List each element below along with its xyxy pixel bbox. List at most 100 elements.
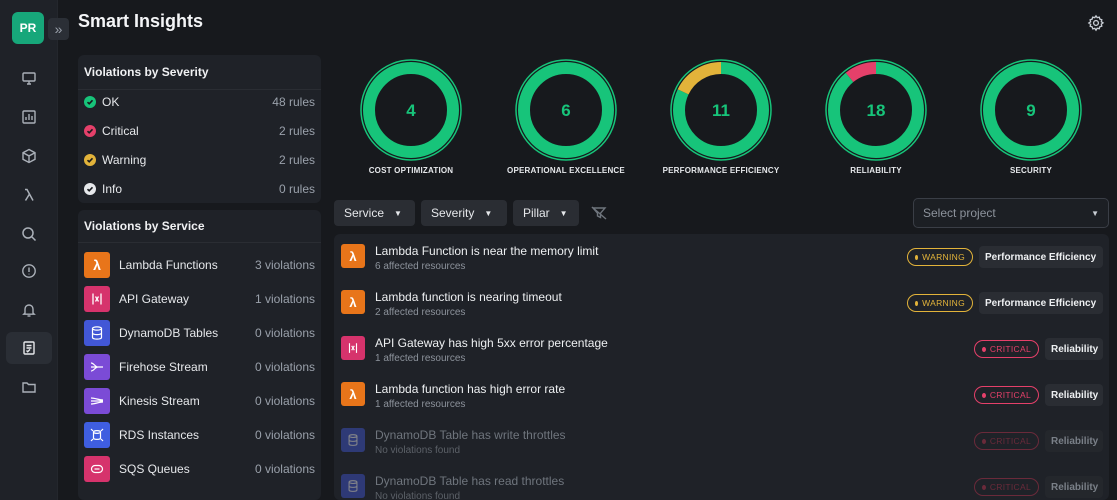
nav-projects[interactable] xyxy=(6,371,52,403)
alert-circle-icon xyxy=(22,264,36,278)
service-row-kinesis[interactable]: Kinesis Stream 0 violations xyxy=(84,384,315,418)
api-gateway-icon xyxy=(84,286,110,312)
severity-label: Info xyxy=(102,181,123,196)
gear-icon[interactable] xyxy=(1087,14,1105,32)
nav-notifications[interactable] xyxy=(6,294,52,326)
pillar-gauge[interactable]: 9 SECURITY xyxy=(931,58,1117,175)
insight-title: DynamoDB Table has write throttles xyxy=(375,428,566,442)
severity-panel-title: Violations by Severity xyxy=(78,55,321,90)
lambda-icon: λ xyxy=(341,382,365,406)
status-dot-icon xyxy=(982,346,986,352)
donut-chart: 11 xyxy=(670,59,772,161)
project-select[interactable]: Select project ▼ xyxy=(913,198,1109,228)
clear-filter-icon[interactable] xyxy=(591,206,607,220)
bar-chart-icon xyxy=(22,110,36,124)
service-row-api-gateway[interactable]: API Gateway 1 violations xyxy=(84,282,315,316)
caret-down-icon: ▼ xyxy=(484,208,493,218)
rds-icon xyxy=(84,422,110,448)
pillar-tag: Performance Efficiency xyxy=(979,246,1103,268)
dynamodb-icon xyxy=(341,428,365,452)
insight-row[interactable]: λ Lambda function is nearing timeout 2 a… xyxy=(334,280,1109,326)
nav-rail: PR xyxy=(0,0,58,500)
severity-count: 2 rules xyxy=(278,152,315,167)
severity-badge: CRITICAL xyxy=(974,386,1039,404)
insight-row[interactable]: API Gateway has high 5xx error percentag… xyxy=(334,326,1109,372)
nav-smart-insights[interactable] xyxy=(6,332,52,364)
lambda-icon: λ xyxy=(341,244,365,268)
severity-badge-text: WARNING xyxy=(922,252,965,262)
donut-chart: 6 xyxy=(515,59,617,161)
pillar-tag: Reliability xyxy=(1045,476,1103,498)
insight-subtitle: No violations found xyxy=(375,445,461,456)
status-dot-icon xyxy=(982,438,986,444)
chevrons-right-icon: » xyxy=(54,21,63,37)
donut-chart: 9 xyxy=(980,59,1082,161)
nav-monitor[interactable] xyxy=(6,62,52,94)
pillar-filter-dropdown[interactable]: Pillar ▼ xyxy=(513,200,579,226)
pillar-count: 6 xyxy=(561,101,570,120)
severity-count: 48 rules xyxy=(272,94,315,109)
insights-list: λ Lambda Function is near the memory lim… xyxy=(334,234,1109,500)
service-row-lambda[interactable]: λ Lambda Functions 3 violations xyxy=(84,248,315,282)
insight-title: API Gateway has high 5xx error percentag… xyxy=(375,336,608,350)
pillar-filter-label: Pillar xyxy=(523,206,550,220)
severity-row-info[interactable]: Info 0 rules xyxy=(78,174,321,203)
service-row-dynamodb[interactable]: DynamoDB Tables 0 violations xyxy=(84,316,315,350)
nav-resources[interactable] xyxy=(6,140,52,172)
insight-subtitle: 2 affected resources xyxy=(375,307,466,318)
service-label: Lambda Functions xyxy=(119,258,218,272)
expand-sidebar-button[interactable]: » xyxy=(48,18,69,40)
nav-analytics[interactable] xyxy=(6,101,52,133)
search-icon xyxy=(22,227,37,242)
severity-badge: CRITICAL xyxy=(974,478,1039,496)
dynamodb-icon xyxy=(341,474,365,498)
service-panel-title: Violations by Service xyxy=(78,210,321,243)
severity-label: OK xyxy=(102,94,120,109)
project-select-placeholder: Select project xyxy=(923,206,996,220)
lambda-icon xyxy=(24,188,34,201)
service-count: 0 violations xyxy=(254,394,315,408)
insight-title: Lambda Function is near the memory limit xyxy=(375,244,599,258)
insight-row[interactable]: DynamoDB Table has read throttles No vio… xyxy=(334,464,1109,500)
status-dot-icon xyxy=(915,254,919,260)
nav-search[interactable] xyxy=(6,218,52,250)
severity-row-warning[interactable]: Warning 2 rules xyxy=(78,145,321,174)
insight-row[interactable]: DynamoDB Table has write throttles No vi… xyxy=(334,418,1109,464)
service-row-firehose[interactable]: Firehose Stream 0 violations xyxy=(84,350,315,384)
severity-label: Critical xyxy=(102,123,139,138)
status-dot-icon xyxy=(915,300,919,306)
severity-filter-dropdown[interactable]: Severity ▼ xyxy=(421,200,507,226)
severity-label: Warning xyxy=(102,152,147,167)
severity-badge-text: CRITICAL xyxy=(989,390,1031,400)
insights-icon xyxy=(23,341,35,355)
nav-functions[interactable] xyxy=(6,179,52,211)
severity-panel: Violations by Severity OK 48 rules Criti… xyxy=(78,55,321,203)
donut-chart: 4 xyxy=(360,59,462,161)
severity-count: 2 rules xyxy=(278,123,315,138)
nav-alerts[interactable] xyxy=(6,255,52,287)
dynamodb-icon xyxy=(84,320,110,346)
service-row-rds[interactable]: RDS Instances 0 violations xyxy=(84,418,315,452)
sqs-icon xyxy=(84,456,110,482)
cube-icon xyxy=(22,148,36,164)
folder-icon xyxy=(22,382,36,393)
service-label: DynamoDB Tables xyxy=(119,326,219,340)
lambda-icon: λ xyxy=(84,252,110,278)
pillar-tag: Reliability xyxy=(1045,384,1103,406)
firehose-icon xyxy=(84,354,110,380)
severity-row-critical[interactable]: Critical 2 rules xyxy=(78,116,321,145)
donut-chart: 18 xyxy=(825,59,927,161)
insight-row[interactable]: λ Lambda function has high error rate 1 … xyxy=(334,372,1109,418)
insight-row[interactable]: λ Lambda Function is near the memory lim… xyxy=(334,234,1109,280)
severity-row-ok[interactable]: OK 48 rules xyxy=(78,87,321,116)
severity-badge-text: CRITICAL xyxy=(989,344,1031,354)
insight-title: Lambda function is nearing timeout xyxy=(375,290,562,304)
service-row-sqs[interactable]: SQS Queues 0 violations xyxy=(84,452,315,486)
severity-badge: CRITICAL xyxy=(974,340,1039,358)
service-label: RDS Instances xyxy=(119,428,200,442)
caret-down-icon: ▼ xyxy=(559,208,568,218)
severity-badge: CRITICAL xyxy=(974,432,1039,450)
avatar[interactable]: PR xyxy=(12,12,44,44)
service-filter-dropdown[interactable]: Service ▼ xyxy=(334,200,415,226)
service-count: 1 violations xyxy=(254,292,315,306)
